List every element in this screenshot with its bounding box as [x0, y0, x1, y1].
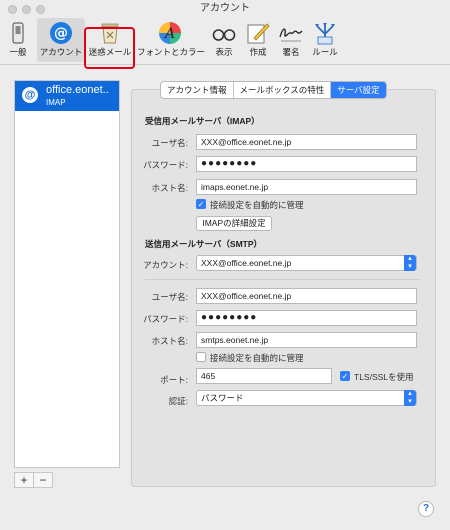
- toolbar-fonts-colors[interactable]: A フォントとカラー: [137, 18, 205, 62]
- toolbar-general[interactable]: 一般: [4, 18, 32, 62]
- junk-mail-highlight-box: [84, 27, 135, 69]
- outgoing-user-label: ユーザ名:: [151, 292, 188, 302]
- outgoing-auto-manage-label: 接続設定を自動的に管理: [210, 353, 304, 363]
- auth-select[interactable]: パスワード ▴ ▾: [196, 390, 417, 406]
- auth-label: 認証:: [168, 396, 188, 406]
- tab-server-settings[interactable]: サーバ設定: [331, 82, 386, 98]
- incoming-user-field[interactable]: XXX@office.eonet.ne.jp: [196, 134, 417, 150]
- account-list: @ office.eonet.. IMAP: [14, 80, 120, 468]
- account-list-item[interactable]: @ office.eonet.. IMAP: [15, 81, 119, 111]
- incoming-password-field[interactable]: ●●●●●●●●: [196, 156, 417, 172]
- glasses-icon: [212, 29, 236, 41]
- settings-tabs: アカウント情報 メールボックスの特性 サーバ設定: [160, 81, 387, 99]
- help-button[interactable]: ?: [418, 501, 434, 517]
- tab-account-info[interactable]: アカウント情報: [161, 82, 234, 98]
- toolbar-composing[interactable]: 作成: [243, 18, 273, 62]
- outgoing-host-field[interactable]: smtps.eonet.ne.jp: [196, 332, 417, 348]
- font-color-icon: A: [159, 22, 181, 44]
- toolbar-accounts[interactable]: @ アカウント: [37, 18, 85, 62]
- account-list-controls: + −: [14, 472, 53, 488]
- signature-icon: [279, 28, 303, 42]
- zoom-window-button[interactable]: [36, 5, 45, 14]
- outgoing-auto-manage-checkbox[interactable]: [196, 352, 206, 362]
- incoming-auto-manage-checkbox[interactable]: ✓: [196, 199, 206, 209]
- updown-chevron-icon: ▴ ▾: [404, 255, 416, 271]
- tls-ssl-checkbox[interactable]: ✓: [340, 371, 350, 381]
- outgoing-password-label: パスワード:: [143, 314, 188, 324]
- outgoing-server-heading: 送信用メールサーバ（SMTP）: [145, 239, 263, 249]
- incoming-host-field[interactable]: imaps.eonet.ne.jp: [196, 179, 417, 195]
- compose-pencil-icon: [247, 23, 270, 44]
- account-type: IMAP: [46, 98, 66, 107]
- tls-ssl-label: TLS/SSLを使用: [354, 372, 414, 382]
- incoming-user-label: ユーザ名:: [151, 138, 188, 148]
- outgoing-user-field[interactable]: XXX@office.eonet.ne.jp: [196, 288, 417, 304]
- at-sign-icon: @: [22, 87, 38, 103]
- toolbar-viewing[interactable]: 表示: [208, 18, 240, 62]
- port-field[interactable]: 465: [196, 368, 332, 384]
- remove-account-button[interactable]: −: [33, 472, 53, 488]
- imap-advanced-settings-button[interactable]: IMAPの詳細設定: [196, 216, 272, 231]
- tab-mailbox-behaviors[interactable]: メールボックスの特性: [234, 82, 332, 98]
- divider: [145, 279, 420, 280]
- outgoing-account-value: XXX@office.eonet.ne.jp: [201, 258, 292, 268]
- port-label: ポート:: [160, 375, 188, 385]
- rules-icon: [315, 23, 335, 45]
- minimize-window-button[interactable]: [22, 5, 31, 14]
- close-window-button[interactable]: [8, 5, 17, 14]
- toolbar-signatures[interactable]: 署名: [276, 18, 306, 62]
- incoming-host-label: ホスト名:: [151, 183, 188, 193]
- outgoing-account-label: アカウント:: [143, 260, 188, 270]
- incoming-auto-manage-label: 接続設定を自動的に管理: [210, 200, 304, 210]
- window-title: アカウント: [200, 3, 250, 14]
- toolbar-rules[interactable]: ルール: [309, 18, 341, 62]
- updown-chevron-icon: ▴ ▾: [404, 390, 416, 406]
- add-account-button[interactable]: +: [14, 472, 34, 488]
- preferences-toolbar: 一般 @ アカウント 迷惑メール A フォントとカラー 表示 作成 署名 ルール: [0, 18, 450, 69]
- title-bar: アカウント: [0, 0, 450, 18]
- outgoing-host-label: ホスト名:: [151, 336, 188, 346]
- auth-value: パスワード: [201, 393, 244, 403]
- general-switch-icon: [12, 22, 24, 44]
- outgoing-account-select[interactable]: XXX@office.eonet.ne.jp ▴ ▾: [196, 255, 417, 271]
- incoming-server-heading: 受信用メールサーバ（IMAP）: [145, 116, 260, 126]
- svg-text:A: A: [163, 26, 175, 42]
- incoming-password-label: パスワード:: [143, 160, 188, 170]
- at-sign-icon: @: [50, 22, 72, 44]
- outgoing-password-field[interactable]: ●●●●●●●●: [196, 310, 417, 326]
- account-name: office.eonet..: [46, 84, 109, 96]
- svg-text:@: @: [54, 26, 68, 42]
